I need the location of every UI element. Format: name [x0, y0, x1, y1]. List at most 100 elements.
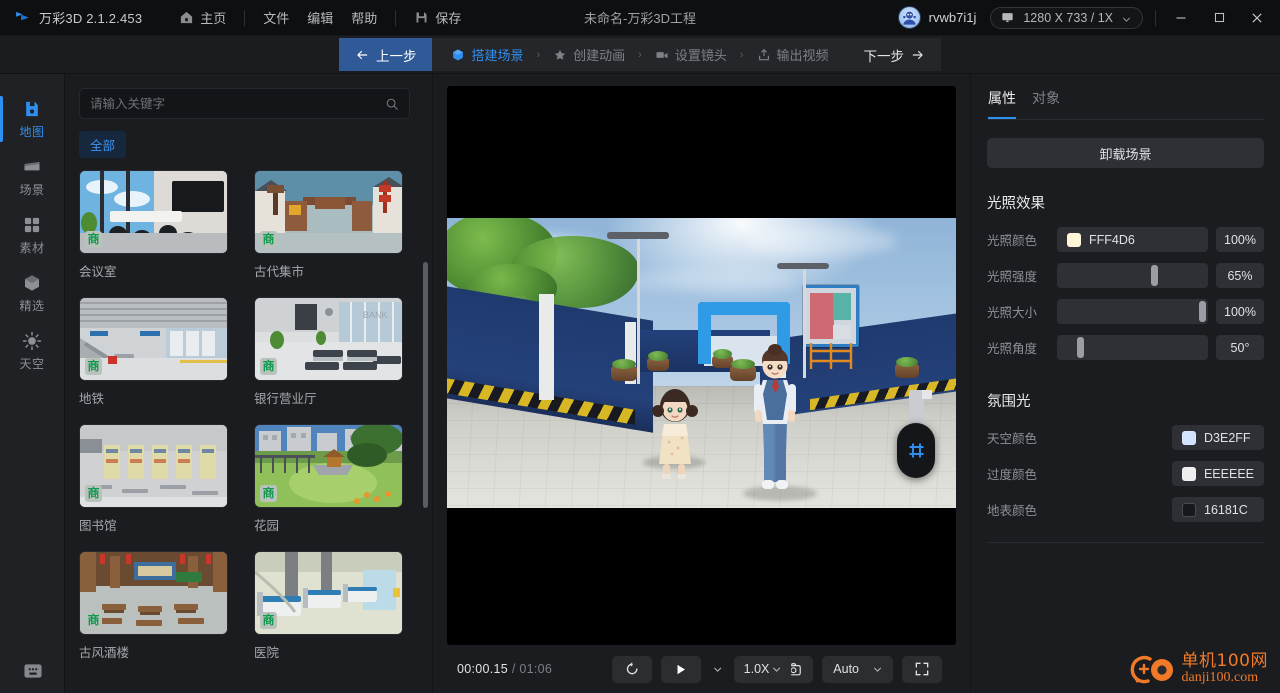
tab-objects[interactable]: 对象 — [1032, 88, 1060, 119]
sidebar-item-scene[interactable]: 场景 — [0, 148, 65, 206]
sky-color-picker[interactable]: D3E2FF — [1172, 425, 1264, 450]
playback-speed-selector[interactable]: 1.0X — [733, 655, 792, 683]
search-box[interactable] — [79, 88, 410, 119]
sidebar-item-sky-label: 天空 — [19, 357, 45, 371]
step-export-video-label: 输出视频 — [776, 48, 829, 63]
fullscreen-button[interactable] — [902, 655, 942, 683]
player-right-controls: Auto — [773, 655, 950, 683]
slider-knob[interactable] — [1076, 337, 1084, 358]
viewport-stage[interactable] — [447, 86, 956, 645]
asset-badge: 商 — [85, 612, 102, 629]
tab-objects-label: 对象 — [1032, 90, 1060, 106]
save-icon — [414, 10, 429, 25]
light-angle-slider[interactable] — [1057, 335, 1208, 360]
menu-item-edit[interactable]: 编辑 — [298, 4, 342, 31]
light-size-value[interactable]: 100% — [1216, 299, 1264, 324]
light-intensity-value[interactable]: 65% — [1216, 263, 1264, 288]
sidebar-item-map[interactable]: 地图 — [0, 90, 65, 148]
search-input[interactable] — [90, 96, 385, 111]
asset-scrollbar[interactable] — [423, 262, 428, 508]
tab-properties[interactable]: 属性 — [988, 88, 1016, 119]
asset-label: 古代集市 — [254, 265, 305, 279]
menu-item-file[interactable]: 文件 — [254, 4, 298, 31]
scene-character-child[interactable] — [647, 384, 703, 485]
sky-color-swatch — [1182, 430, 1196, 445]
list-item[interactable]: 商 会议室 — [79, 170, 228, 280]
step-build-scene[interactable]: 搭建场景 — [442, 45, 532, 64]
menu-item-home[interactable]: 主页 — [170, 4, 235, 31]
sidebar-item-featured[interactable]: 精选 — [0, 264, 65, 322]
playback-speed-label: 1.0X — [743, 662, 770, 676]
replay-button[interactable] — [611, 655, 652, 683]
menu-divider-2 — [395, 9, 397, 26]
tab-properties-label: 属性 — [988, 90, 1016, 106]
user-account[interactable]: rvwb7i1j — [897, 6, 976, 29]
asset-thumbnail: BANK 商 — [254, 297, 403, 381]
step-create-animation[interactable]: 创建动画 — [544, 45, 634, 64]
light-intensity-slider[interactable] — [1057, 263, 1208, 288]
unload-scene-label: 卸载场景 — [1099, 146, 1152, 162]
left-rail: 地图 场景 素材 精选 天空 — [0, 74, 65, 693]
transition-color-swatch — [1181, 466, 1196, 481]
transition-color-hex: EEEEEE — [1203, 466, 1254, 481]
list-item[interactable]: 商 古风酒楼 — [79, 551, 228, 661]
step-export-video[interactable]: 输出视频 — [748, 45, 838, 64]
next-step-button[interactable]: 下一步 — [847, 38, 942, 71]
sidebar-item-sky[interactable]: 天空 — [0, 322, 65, 380]
window-close-button[interactable] — [1238, 0, 1276, 36]
ground-color-picker[interactable]: 16181C — [1172, 497, 1264, 522]
play-button[interactable] — [660, 655, 701, 683]
list-item[interactable]: 商 花园 — [254, 424, 403, 534]
light-color-opacity-value[interactable]: 100% — [1216, 227, 1264, 252]
asset-badge: 商 — [260, 485, 277, 502]
list-item[interactable]: 商 图书馆 — [79, 424, 228, 534]
step-arrow-2: › — [638, 48, 642, 61]
window-maximize-button[interactable] — [1200, 0, 1238, 36]
transition-color-picker[interactable]: EEEEEE — [1171, 461, 1264, 486]
light-angle-value[interactable]: 50° — [1216, 335, 1264, 360]
camera-icon — [655, 48, 669, 62]
asset-label: 古风酒楼 — [79, 646, 130, 660]
asset-badge: 商 — [260, 612, 277, 629]
menu-item-home-label: 主页 — [200, 11, 227, 26]
svg-text:BANK: BANK — [363, 310, 388, 320]
grid-gizmo-icon[interactable] — [897, 423, 935, 478]
asset-label: 银行营业厅 — [254, 392, 317, 406]
step-set-camera[interactable]: 设置镜头 — [646, 45, 736, 64]
star-icon — [553, 48, 567, 62]
resolution-selector[interactable]: 1280 X 733 / 1X — [990, 6, 1143, 29]
scene-character-adult[interactable] — [743, 344, 807, 508]
list-item[interactable]: 商 古代集市 — [254, 170, 403, 280]
resolution-label: 1280 X 733 / 1X — [1023, 10, 1113, 25]
play-options-button[interactable] — [710, 656, 725, 683]
quality-selector[interactable]: Auto — [822, 655, 893, 683]
play-icon — [677, 664, 686, 674]
step-set-camera-label: 设置镜头 — [674, 48, 727, 63]
slider-knob[interactable] — [1150, 265, 1158, 286]
sidebar-item-material[interactable]: 素材 — [0, 206, 65, 264]
light-size-slider[interactable] — [1057, 299, 1208, 324]
list-item[interactable]: 商 医院 — [254, 551, 403, 661]
viewport-column: 00:00.15 / 01:06 1.0X Auto — [433, 74, 970, 693]
slider-knob[interactable] — [1199, 301, 1206, 322]
chevron-down-icon — [773, 667, 781, 672]
asset-thumbnail: 商 — [79, 424, 228, 508]
search-icon[interactable] — [385, 97, 399, 111]
previous-step-button[interactable]: 上一步 — [338, 38, 433, 71]
menu-item-save[interactable]: 保存 — [405, 4, 470, 31]
step-list: 搭建场景 › 创建动画 › 设置镜头 › 输出视频 — [432, 38, 848, 71]
light-color-picker[interactable]: FFF4D6 — [1057, 227, 1208, 252]
list-item[interactable]: 商 地铁 — [79, 297, 228, 407]
window-minimize-button[interactable] — [1162, 0, 1200, 36]
asset-badge: 商 — [260, 231, 277, 248]
light-color-hex: FFF4D6 — [1089, 232, 1135, 247]
list-item[interactable]: BANK 商 银行营业厅 — [254, 297, 403, 407]
transition-color-label: 过度颜色 — [987, 468, 1038, 482]
map-icon — [22, 99, 42, 119]
filter-chip-all[interactable]: 全部 — [79, 131, 127, 158]
menu-item-help[interactable]: 帮助 — [342, 4, 386, 31]
feedback-icon[interactable] — [21, 662, 45, 681]
lighting-section-title: 光照效果 — [987, 196, 1045, 212]
menu-item-save-label: 保存 — [435, 11, 462, 26]
unload-scene-button[interactable]: 卸载场景 — [987, 138, 1264, 168]
